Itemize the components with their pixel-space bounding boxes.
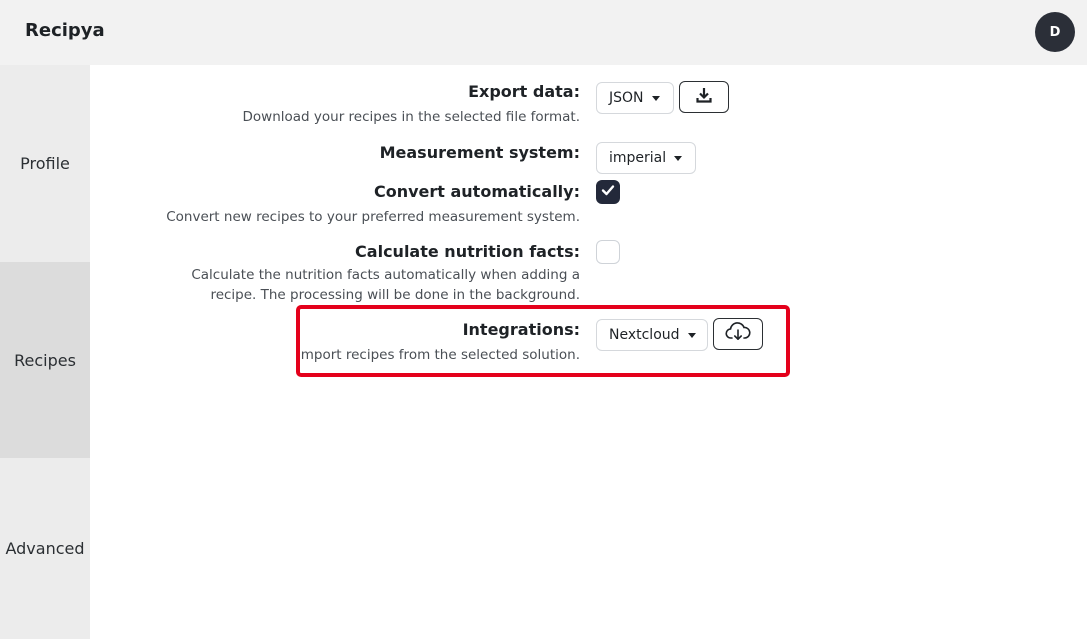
sidebar-tab-advanced[interactable]: Advanced xyxy=(0,458,90,639)
convert-automatically-help: Convert new recipes to your preferred me… xyxy=(166,209,580,225)
convert-automatically-label: Convert automatically: xyxy=(373,182,580,201)
settings-sidebar: Profile Recipes Advanced xyxy=(0,65,90,639)
chevron-down-icon xyxy=(651,95,660,101)
measurement-system-value: imperial xyxy=(609,150,667,166)
measurement-system-label: Measurement system: xyxy=(379,143,580,162)
convert-automatically-checkbox[interactable] xyxy=(596,180,620,204)
sidebar-tab-profile[interactable]: Profile xyxy=(0,65,90,262)
nutrition-facts-label: Calculate nutrition facts: xyxy=(355,242,580,261)
export-format-value: JSON xyxy=(609,90,644,106)
nutrition-facts-help: Calculate the nutrition facts automatica… xyxy=(191,265,580,305)
export-data-help: Download your recipes in the selected fi… xyxy=(242,109,580,125)
chevron-down-icon xyxy=(674,155,683,161)
nutrition-facts-help-line-1: Calculate the nutrition facts automatica… xyxy=(191,267,580,283)
export-data-label: Export data: xyxy=(468,82,580,101)
export-format-select[interactable]: JSON xyxy=(596,82,674,114)
top-bar: Recipya D xyxy=(0,0,1087,65)
export-download-button[interactable] xyxy=(679,81,729,113)
user-avatar[interactable]: D xyxy=(1035,12,1075,52)
nutrition-facts-help-line-2: recipe. The processing will be done in t… xyxy=(210,287,580,303)
integrations-highlight-box xyxy=(296,305,790,377)
app-title[interactable]: Recipya xyxy=(25,20,105,41)
sidebar-tab-recipes[interactable]: Recipes xyxy=(0,262,90,458)
download-icon xyxy=(696,87,712,107)
checkmark-icon xyxy=(600,182,616,202)
nutrition-facts-checkbox[interactable] xyxy=(596,240,620,264)
measurement-system-select[interactable]: imperial xyxy=(596,142,696,174)
